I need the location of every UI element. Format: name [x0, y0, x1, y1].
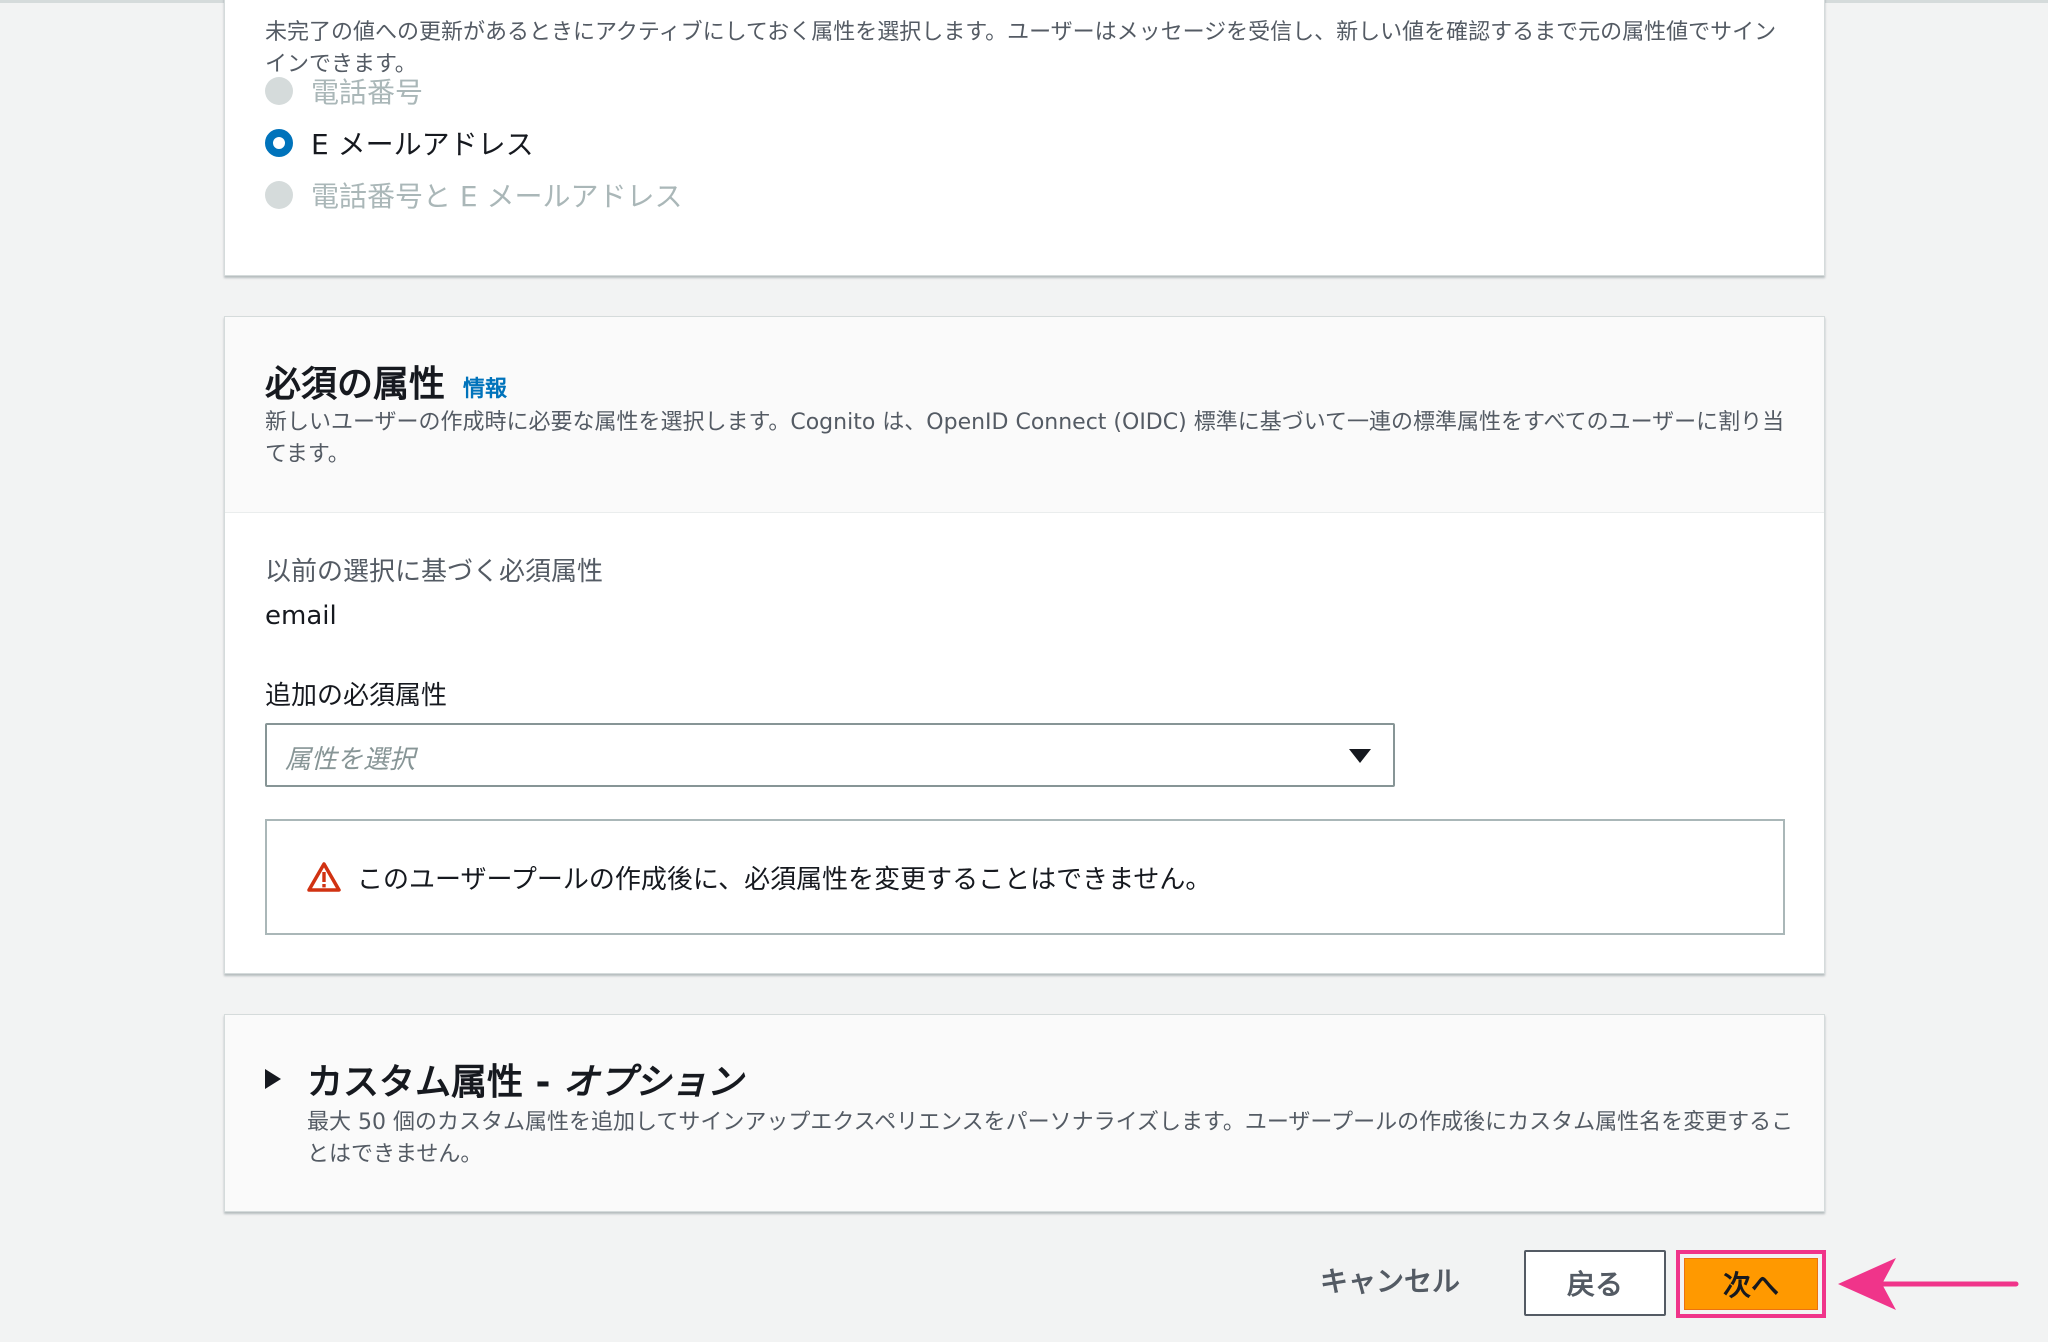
radio-phone-and-email-label: 電話番号と E メールアドレス — [311, 180, 683, 213]
info-link[interactable]: 情報 — [463, 371, 507, 403]
required-attributes-panel: 必須の属性 情報 新しいユーザーの作成時に必要な属性を選択します。Cognito… — [224, 316, 1825, 974]
radio-phone-label: 電話番号 — [311, 76, 424, 109]
verification-description: 未完了の値への更新があるときにアクティブにしておく属性を選択します。ユーザーはメ… — [265, 20, 1777, 77]
radio-email[interactable]: E メールアドレス — [265, 125, 534, 161]
additional-required-label: 追加の必須属性 — [265, 681, 448, 711]
radio-email-label: E メールアドレス — [311, 128, 534, 161]
alert-text: このユーザープールの作成後に、必須属性を変更することはできません。 — [357, 865, 1212, 895]
custom-attributes-optional: オプション — [563, 1062, 744, 1103]
radio-phone-and-email[interactable]: 電話番号と E メールアドレス — [265, 177, 683, 213]
custom-attributes-title: カスタム属性 - — [307, 1062, 564, 1103]
select-placeholder: 属性を選択 — [285, 745, 416, 775]
warning-icon — [307, 862, 341, 892]
next-button[interactable]: 次へ — [1684, 1258, 1818, 1310]
caret-right-icon[interactable] — [265, 1069, 281, 1089]
next-button-highlight: 次へ — [1676, 1250, 1826, 1318]
verification-panel: 未完了の値への更新があるときにアクティブにしておく属性を選択します。ユーザーはメ… — [224, 0, 1825, 276]
pointer-arrow-icon — [1838, 1258, 2019, 1310]
radio-button-icon[interactable] — [265, 181, 293, 209]
back-button[interactable]: 戻る — [1524, 1250, 1666, 1316]
panel-header: 必須の属性 情報 新しいユーザーの作成時に必要な属性を選択します。Cognito… — [225, 317, 1824, 513]
attribute-select[interactable]: 属性を選択 — [265, 723, 1395, 787]
caret-down-icon — [1349, 749, 1371, 763]
custom-attributes-description: 最大 50 個のカスタム属性を追加してサインアップエクスペリエンスをパーソナライ… — [307, 1110, 1794, 1167]
required-attributes-title: 必須の属性 — [265, 364, 446, 405]
radio-button-checked-icon[interactable] — [265, 129, 293, 157]
required-attributes-heading: 必須の属性 情報 — [265, 355, 507, 407]
custom-attributes-heading[interactable]: カスタム属性 - オプション — [307, 1053, 743, 1105]
warning-alert: このユーザープールの作成後に、必須属性を変更することはできません。 — [265, 819, 1785, 935]
radio-button-icon[interactable] — [265, 77, 293, 105]
previous-required-label: 以前の選択に基づく必須属性 — [265, 557, 604, 587]
required-attributes-description: 新しいユーザーの作成時に必要な属性を選択します。Cognito は、OpenID… — [265, 410, 1785, 467]
custom-attributes-panel: カスタム属性 - オプション 最大 50 個のカスタム属性を追加してサインアップ… — [224, 1014, 1825, 1212]
previous-required-value: email — [265, 601, 337, 631]
radio-phone[interactable]: 電話番号 — [265, 73, 423, 109]
cancel-button[interactable]: キャンセル — [1310, 1256, 1470, 1308]
